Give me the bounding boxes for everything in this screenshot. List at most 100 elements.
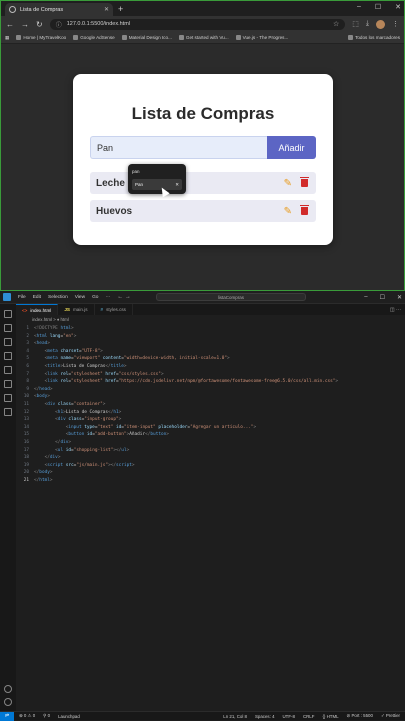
problems-status[interactable]: ⊗ 0 ⚠ 0 xyxy=(19,713,35,719)
nav-back-forward-icon[interactable]: ← → xyxy=(117,294,131,300)
bookmark-item[interactable]: Google AdSense xyxy=(73,35,115,40)
menu-file[interactable]: File xyxy=(18,295,26,300)
line-ending[interactable]: CRLF xyxy=(303,714,314,719)
bookmark-favicon-icon xyxy=(16,35,22,40)
download-icon[interactable]: ⤓ xyxy=(366,20,369,28)
line-content: <body> xyxy=(34,394,50,400)
line-number: 3 xyxy=(26,341,29,347)
trash-icon[interactable] xyxy=(300,177,309,187)
menu-go[interactable]: Go xyxy=(92,295,98,300)
code-line[interactable]: 4 <meta charset="UTF-8"> xyxy=(16,348,405,356)
pencil-icon[interactable]: ✎ xyxy=(284,206,292,217)
address-bar[interactable]: ⓘ 127.0.0.1:5500/index.html ☆ xyxy=(49,18,346,30)
bookmark-item[interactable]: Get started with Vu... xyxy=(178,35,229,40)
minimize-button[interactable]: – xyxy=(364,294,367,301)
code-line[interactable]: 19 <script src="js/main.js"></script> xyxy=(16,462,405,470)
site-info-icon[interactable]: ⓘ xyxy=(56,20,62,29)
split-editor-icon[interactable]: ◫ ··· xyxy=(390,307,405,313)
extensions-icon[interactable] xyxy=(4,380,12,388)
vscode-window: File Edit Selection View Go ··· ← → list… xyxy=(0,291,405,721)
prettier-status[interactable]: ✓ Prettier xyxy=(381,713,400,719)
js-file-icon: JS xyxy=(64,307,70,312)
copilot-icon[interactable] xyxy=(4,324,12,332)
run-debug-icon[interactable] xyxy=(4,366,12,374)
back-button[interactable]: ← xyxy=(6,20,14,29)
code-line[interactable]: 9 </head> xyxy=(16,386,405,394)
pencil-icon[interactable]: ✎ xyxy=(284,178,292,189)
code-line[interactable]: 14 <input type="text" id="item-input" pl… xyxy=(16,424,405,432)
code-line[interactable]: 8 <link rel="stylesheet" href="https://c… xyxy=(16,378,405,386)
live-server-port[interactable]: ⊘ Port : 5500 xyxy=(347,713,373,719)
bookmark-apps-icon[interactable]: ▦ xyxy=(5,35,9,41)
remove-suggestion-icon[interactable]: ✕ xyxy=(175,182,179,188)
code-line[interactable]: 10 <body> xyxy=(16,393,405,401)
code-line[interactable]: 21 </html> xyxy=(16,477,405,485)
code-line[interactable]: 15 <button id="add-button">Añadir</butto… xyxy=(16,431,405,439)
bookmark-item[interactable]: Home | MyTravelKoo xyxy=(16,35,66,40)
new-tab-button[interactable]: + xyxy=(118,3,123,16)
menu-selection[interactable]: Selection xyxy=(48,295,68,300)
remote-indicator-icon[interactable]: ⇌ xyxy=(0,711,14,721)
all-bookmarks[interactable]: Todos los marcadores xyxy=(348,35,400,40)
trash-icon[interactable] xyxy=(300,205,309,215)
command-center[interactable]: listaCompras xyxy=(155,293,306,301)
settings-gear-icon[interactable] xyxy=(4,698,12,706)
autocomplete-dropdown: pan Pan ✕ xyxy=(128,164,186,194)
maximize-button[interactable]: ☐ xyxy=(380,294,385,301)
source-control-icon[interactable] xyxy=(4,352,12,360)
close-window-button[interactable]: ✕ xyxy=(397,294,402,301)
bookmark-item[interactable]: Vue.js - The Progres... xyxy=(235,35,288,40)
extensions-icon[interactable]: ⬚ xyxy=(352,20,359,28)
forward-button[interactable]: → xyxy=(21,20,29,29)
profile-avatar[interactable] xyxy=(376,19,385,29)
browser-tab[interactable]: Lista de Compras ✕ xyxy=(5,3,113,16)
code-editor[interactable]: 1 <!DOCTYPE html> 2 <html lang="en"> 3 <head>… xyxy=(16,323,405,484)
account-icon[interactable] xyxy=(4,685,12,693)
code-line[interactable]: 5 <meta name="viewport" content="width=d… xyxy=(16,355,405,363)
menu-icon[interactable]: ⋮ xyxy=(392,20,399,28)
ports-status[interactable]: ⚲ 0 xyxy=(43,713,50,719)
code-line[interactable]: 11 <div class="container"> xyxy=(16,401,405,409)
close-window-button[interactable]: ✕ xyxy=(395,3,401,11)
code-line[interactable]: 18 </div> xyxy=(16,454,405,462)
indentation[interactable]: Spaces: 4 xyxy=(255,714,275,719)
close-tab-icon[interactable]: ✕ xyxy=(104,6,109,13)
bookmark-star-icon[interactable]: ☆ xyxy=(333,20,339,28)
tab-index-html[interactable]: <> index.html xyxy=(16,304,59,315)
code-line[interactable]: 6 <title>Lista de Compras</title> xyxy=(16,363,405,371)
cursor-position[interactable]: Ln 21, Col 8 xyxy=(223,714,247,719)
code-line[interactable]: 12 <h1>Lista de Compras</h1> xyxy=(16,409,405,417)
encoding[interactable]: UTF-8 xyxy=(283,714,295,719)
bookmark-item[interactable]: Material Design Ico... xyxy=(121,35,172,40)
tab-main-js[interactable]: JS main.js xyxy=(58,304,95,315)
code-line[interactable]: 20 </body> xyxy=(16,469,405,477)
reload-button[interactable]: ↻ xyxy=(36,20,43,29)
breadcrumb[interactable]: index.html > ♦ html xyxy=(16,315,405,323)
menu-edit[interactable]: Edit xyxy=(33,295,41,300)
code-line[interactable]: 13 <div class="input-group"> xyxy=(16,416,405,424)
autocomplete-suggestion[interactable]: Pan ✕ xyxy=(132,179,182,190)
maximize-button[interactable]: ☐ xyxy=(375,3,381,11)
code-line[interactable]: 1 <!DOCTYPE html> xyxy=(16,325,405,333)
add-button[interactable]: Añadir xyxy=(267,136,316,159)
testing-icon[interactable] xyxy=(4,408,12,416)
remote-explorer-icon[interactable] xyxy=(4,394,12,402)
search-icon[interactable] xyxy=(4,338,12,346)
minimize-button[interactable]: – xyxy=(357,3,361,11)
url-text[interactable]: 127.0.0.1:5500/index.html xyxy=(67,21,328,27)
code-line[interactable]: 16 </div> xyxy=(16,439,405,447)
item-input[interactable]: Pan xyxy=(90,136,267,159)
tab-styles-css[interactable]: # styles.css xyxy=(95,304,133,315)
code-line[interactable]: 2 <html lang="en"> xyxy=(16,333,405,341)
language-mode[interactable]: {} HTML xyxy=(322,714,338,719)
menu-more[interactable]: ··· xyxy=(105,295,110,300)
code-line[interactable]: 3 <head> xyxy=(16,340,405,348)
code-line[interactable]: 17 <ul id="shopping-list"></ul> xyxy=(16,447,405,455)
suggestion-text[interactable]: Pan xyxy=(135,182,175,187)
browser-window: Lista de Compras ✕ + – ☐ ✕ ← → ↻ ⓘ 127.0… xyxy=(0,0,405,291)
code-line[interactable]: 7 <link rel="stylesheet" href="css/style… xyxy=(16,371,405,379)
explorer-icon[interactable] xyxy=(4,310,12,318)
line-content: </div> xyxy=(34,439,72,445)
menu-view[interactable]: View xyxy=(75,295,85,300)
launchpad-status[interactable]: Launchpad xyxy=(58,714,80,719)
